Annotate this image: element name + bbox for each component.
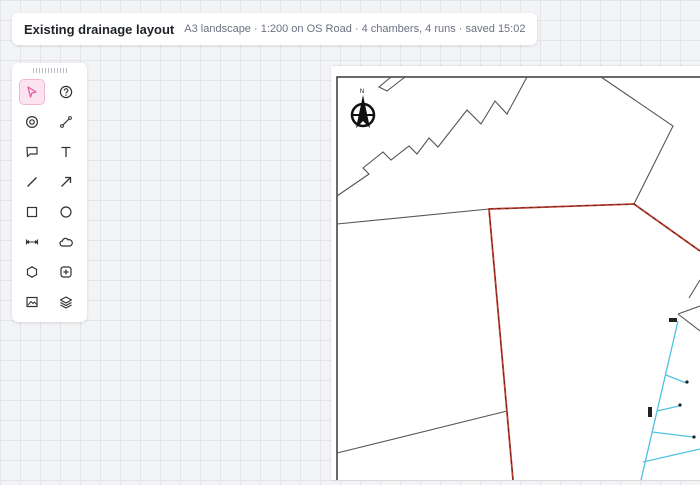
manhole-tool-button[interactable] <box>20 110 44 134</box>
field-boundary-top <box>378 76 406 92</box>
field-boundary <box>336 76 528 197</box>
target-icon <box>25 115 39 129</box>
drain-main-run <box>640 320 679 481</box>
dimension-tool-button[interactable] <box>20 230 44 254</box>
site-line-west <box>336 208 490 225</box>
circle-tool-button[interactable] <box>54 200 78 224</box>
chamber-node <box>685 380 689 384</box>
line-icon <box>27 177 37 187</box>
chamber-node <box>692 435 696 439</box>
line-tool-button[interactable] <box>20 170 44 194</box>
arrow-tool-button[interactable] <box>54 170 78 194</box>
image-icon <box>26 296 38 308</box>
drawing-sheet[interactable]: N <box>331 66 700 485</box>
site-boundary-redline <box>488 203 700 481</box>
cloud-icon <box>59 237 73 247</box>
pointer-icon <box>27 86 37 98</box>
help-button[interactable] <box>54 80 78 104</box>
site-boundary-dash <box>488 203 700 481</box>
north-arrow-icon: N <box>350 89 376 128</box>
polygon-tool-button[interactable] <box>20 260 44 284</box>
chamber-marker <box>669 318 677 322</box>
drainage-runs <box>640 320 700 481</box>
site-line-south <box>336 410 508 454</box>
document-meta: A3 landscape · 1:200 on OS Road · 4 cham… <box>184 23 526 35</box>
hexagon-icon <box>26 266 38 278</box>
plus-box-icon <box>60 266 72 278</box>
text-icon <box>61 146 71 157</box>
neighbour-boundary <box>600 76 674 205</box>
layers-button[interactable] <box>54 290 78 314</box>
text-tool-button[interactable] <box>54 140 78 164</box>
add-symbol-button[interactable] <box>54 260 78 284</box>
tool-palette <box>12 63 87 322</box>
comment-tool-button[interactable] <box>20 140 44 164</box>
help-icon <box>59 85 73 99</box>
rectangle-tool-button[interactable] <box>20 200 44 224</box>
dimension-icon <box>25 239 39 245</box>
drain-branch-2 <box>656 405 680 412</box>
chamber-marker <box>648 407 652 417</box>
drain-branch-1 <box>665 374 687 384</box>
pipe-icon <box>60 116 72 128</box>
north-label: N <box>360 89 364 95</box>
cloud-tool-button[interactable] <box>54 230 78 254</box>
building-lines <box>677 279 700 332</box>
drain-branch-4 <box>642 448 700 463</box>
comment-icon <box>26 146 38 158</box>
drag-handle[interactable] <box>33 68 67 73</box>
chamber-node <box>678 403 682 407</box>
document-title: Existing drainage layout <box>24 21 175 37</box>
image-tool-button[interactable] <box>20 290 44 314</box>
site-plan: N <box>336 76 700 485</box>
layers-icon <box>59 296 73 309</box>
arrow-icon <box>61 176 72 187</box>
sheet-border <box>336 76 700 485</box>
circle-icon <box>60 206 72 218</box>
rectangle-icon <box>26 206 38 218</box>
document-header: Existing drainage layout A3 landscape · … <box>12 13 538 45</box>
drain-branch-3 <box>651 431 694 438</box>
select-tool-button[interactable] <box>19 79 45 105</box>
pipe-tool-button[interactable] <box>54 110 78 134</box>
